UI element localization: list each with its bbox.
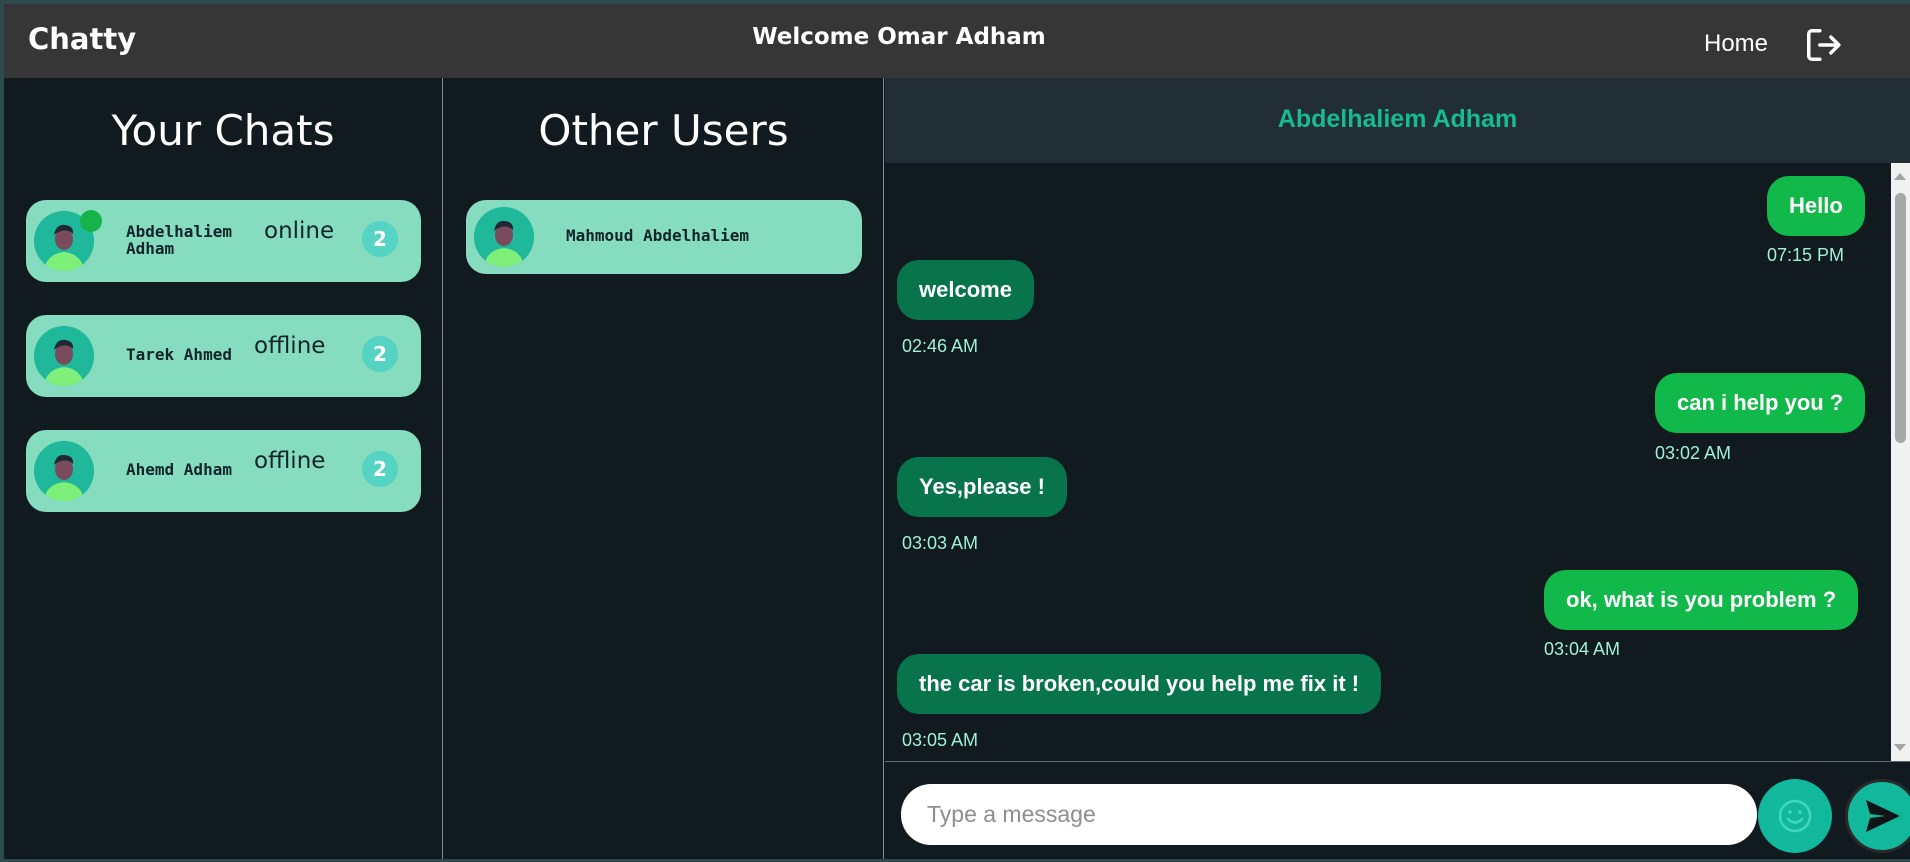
chat-name: Abdelhaliem Adham: [126, 222, 232, 258]
chat-item[interactable]: Tarek Ahmed offline 2: [26, 315, 421, 397]
your-chats-panel: Your Chats Abdelhaliem Adham online 2 Ta…: [4, 78, 443, 859]
top-bar: Chatty Welcome Omar Adham Home: [4, 4, 1910, 78]
chat-status: offline: [254, 333, 326, 359]
user-avatar-icon: [474, 207, 534, 267]
message-bubble-incoming: welcome: [897, 260, 1034, 320]
message-composer: [885, 761, 1910, 859]
message-time: 07:15 PM: [1767, 245, 1845, 265]
scroll-thumb[interactable]: [1895, 193, 1906, 443]
message-bubble-outgoing: ok, what is you problem ?: [1544, 570, 1859, 630]
contact-name: Abdelhaliem Adham: [1277, 105, 1518, 133]
avatar: [34, 326, 94, 386]
chat-item[interactable]: Abdelhaliem Adham online 2: [26, 200, 421, 282]
message-time: 03:05 AM: [902, 730, 979, 750]
message-input[interactable]: [901, 784, 1757, 845]
message-time: 03:04 AM: [1544, 639, 1621, 659]
message-time: 03:03 AM: [902, 533, 979, 553]
send-button[interactable]: [1845, 779, 1910, 853]
unread-badge: 2: [362, 451, 398, 487]
online-indicator: [80, 210, 102, 232]
message-time: 02:46 AM: [902, 336, 979, 356]
scroll-down-icon[interactable]: [1894, 744, 1906, 751]
emoji-icon: [1778, 799, 1812, 833]
your-chats-title: Your Chats: [111, 106, 335, 155]
send-icon: [1866, 800, 1900, 832]
app: Chatty Welcome Omar Adham Home Your Chat…: [4, 4, 1910, 859]
unread-badge: 2: [362, 336, 398, 372]
unread-badge: 2: [362, 221, 398, 257]
chat-status: offline: [254, 448, 326, 474]
message-bubble-incoming: the car is broken,could you help me fix …: [897, 654, 1382, 714]
scroll-up-icon[interactable]: [1894, 173, 1906, 180]
conversation-header: Abdelhaliem Adham: [885, 78, 1910, 163]
message-bubble-incoming: Yes,please !: [897, 457, 1067, 517]
chat-item[interactable]: Ahemd Adham offline 2: [26, 430, 421, 512]
user-avatar-icon: [34, 326, 94, 386]
user-item[interactable]: Mahmoud Abdelhaliem: [466, 200, 862, 274]
logout-icon: [1807, 29, 1841, 61]
message-bubble-outgoing: can i help you ?: [1655, 373, 1866, 433]
chat-name: Tarek Ahmed: [126, 345, 232, 364]
chat-name: Ahemd Adham: [126, 460, 232, 479]
user-avatar-icon: [34, 441, 94, 501]
emoji-button[interactable]: [1758, 779, 1832, 853]
message-bubble-outgoing: Hello: [1767, 176, 1865, 236]
other-users-title: Other Users: [538, 106, 789, 155]
chat-status: online: [264, 218, 335, 244]
user-name: Mahmoud Abdelhaliem: [566, 226, 750, 245]
avatar: [474, 207, 534, 267]
message-time: 03:02 AM: [1655, 443, 1732, 463]
message-list[interactable]: Hello 07:15 PM welcome 02:46 AM can i he…: [885, 163, 1910, 761]
avatar: [34, 441, 94, 501]
welcome-message: Welcome Omar Adham: [752, 24, 1046, 50]
logout-button[interactable]: [1804, 26, 1842, 64]
home-link[interactable]: Home: [1704, 30, 1768, 58]
conversation-panel: Abdelhaliem Adham Hello 07:15 PM welcome…: [885, 78, 1910, 859]
other-users-panel: Other Users Mahmoud Abdelhaliem: [444, 78, 884, 859]
message-scrollbar[interactable]: [1891, 163, 1910, 761]
